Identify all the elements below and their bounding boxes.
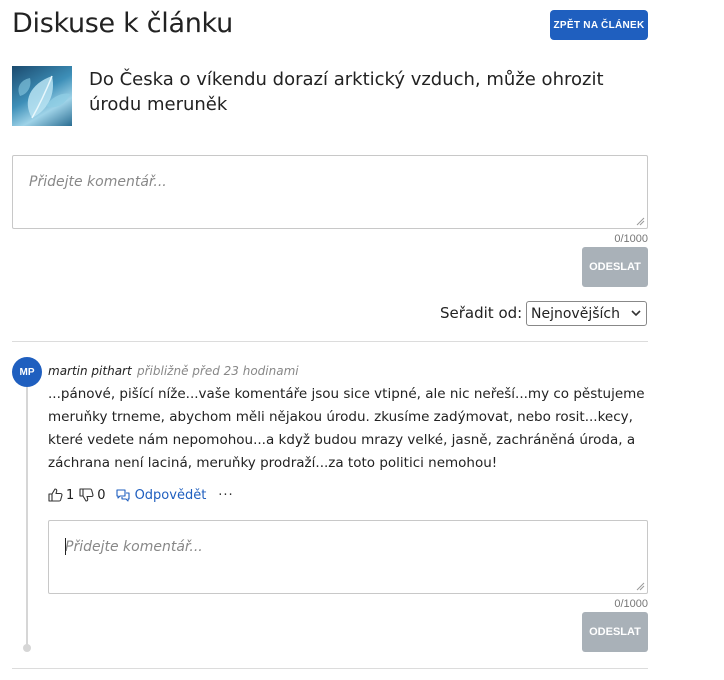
comment-actions: 1 0 Odpovědět ··· [48, 486, 234, 504]
reply-speech-bubble-icon [116, 489, 130, 502]
frosted-leaf-image [18, 75, 70, 119]
comment-body: ...pánové, pišící níže...vaše komentáře … [48, 386, 645, 471]
divider [12, 341, 648, 342]
thumbs-up-icon[interactable] [48, 488, 63, 502]
text-caret [65, 538, 66, 555]
submit-comment-button[interactable]: ODESLAT [582, 247, 648, 287]
back-to-article-button[interactable]: ZPĚT NA ČLÁNEK [550, 10, 648, 40]
thumbs-down-icon[interactable] [79, 488, 94, 502]
resize-grip-icon[interactable] [636, 217, 645, 226]
more-options-button[interactable]: ··· [218, 488, 233, 503]
thread-end-dot [23, 644, 31, 652]
sort-select[interactable]: Nejnovějších [526, 301, 647, 326]
comment-input[interactable]: Přidejte komentář... [12, 155, 648, 229]
thread-line [26, 387, 28, 645]
article-title[interactable]: Do Česka o víkendu dorazí arktický vzduc… [89, 67, 649, 117]
like-count: 1 [66, 487, 75, 503]
reply-input-placeholder: Přidejte komentář... [65, 539, 203, 555]
chevron-down-icon [631, 310, 641, 317]
character-counter: 0/1000 [614, 233, 648, 245]
resize-grip-icon[interactable] [636, 582, 645, 591]
avatar[interactable]: MP [12, 357, 42, 387]
reply-label: Odpovědět [134, 487, 207, 503]
reply-button[interactable]: Odpovědět [115, 487, 207, 503]
dislike-count: 0 [97, 487, 106, 503]
reply-character-counter: 0/1000 [614, 598, 648, 610]
sort-label: Seřadit od: [440, 304, 523, 322]
comment-time: přibližně před 23 hodinami [137, 364, 299, 378]
divider [12, 668, 648, 669]
comment-input-placeholder: Přidejte komentář... [29, 174, 167, 190]
reply-input[interactable]: Přidejte komentář... [48, 520, 648, 594]
sort-selected-value: Nejnovějších [531, 305, 620, 322]
page-title: Diskuse k článku [12, 8, 233, 39]
comment-author[interactable]: martin pithart [48, 364, 132, 378]
article-thumbnail[interactable] [12, 66, 72, 126]
submit-reply-button[interactable]: ODESLAT [582, 612, 648, 652]
